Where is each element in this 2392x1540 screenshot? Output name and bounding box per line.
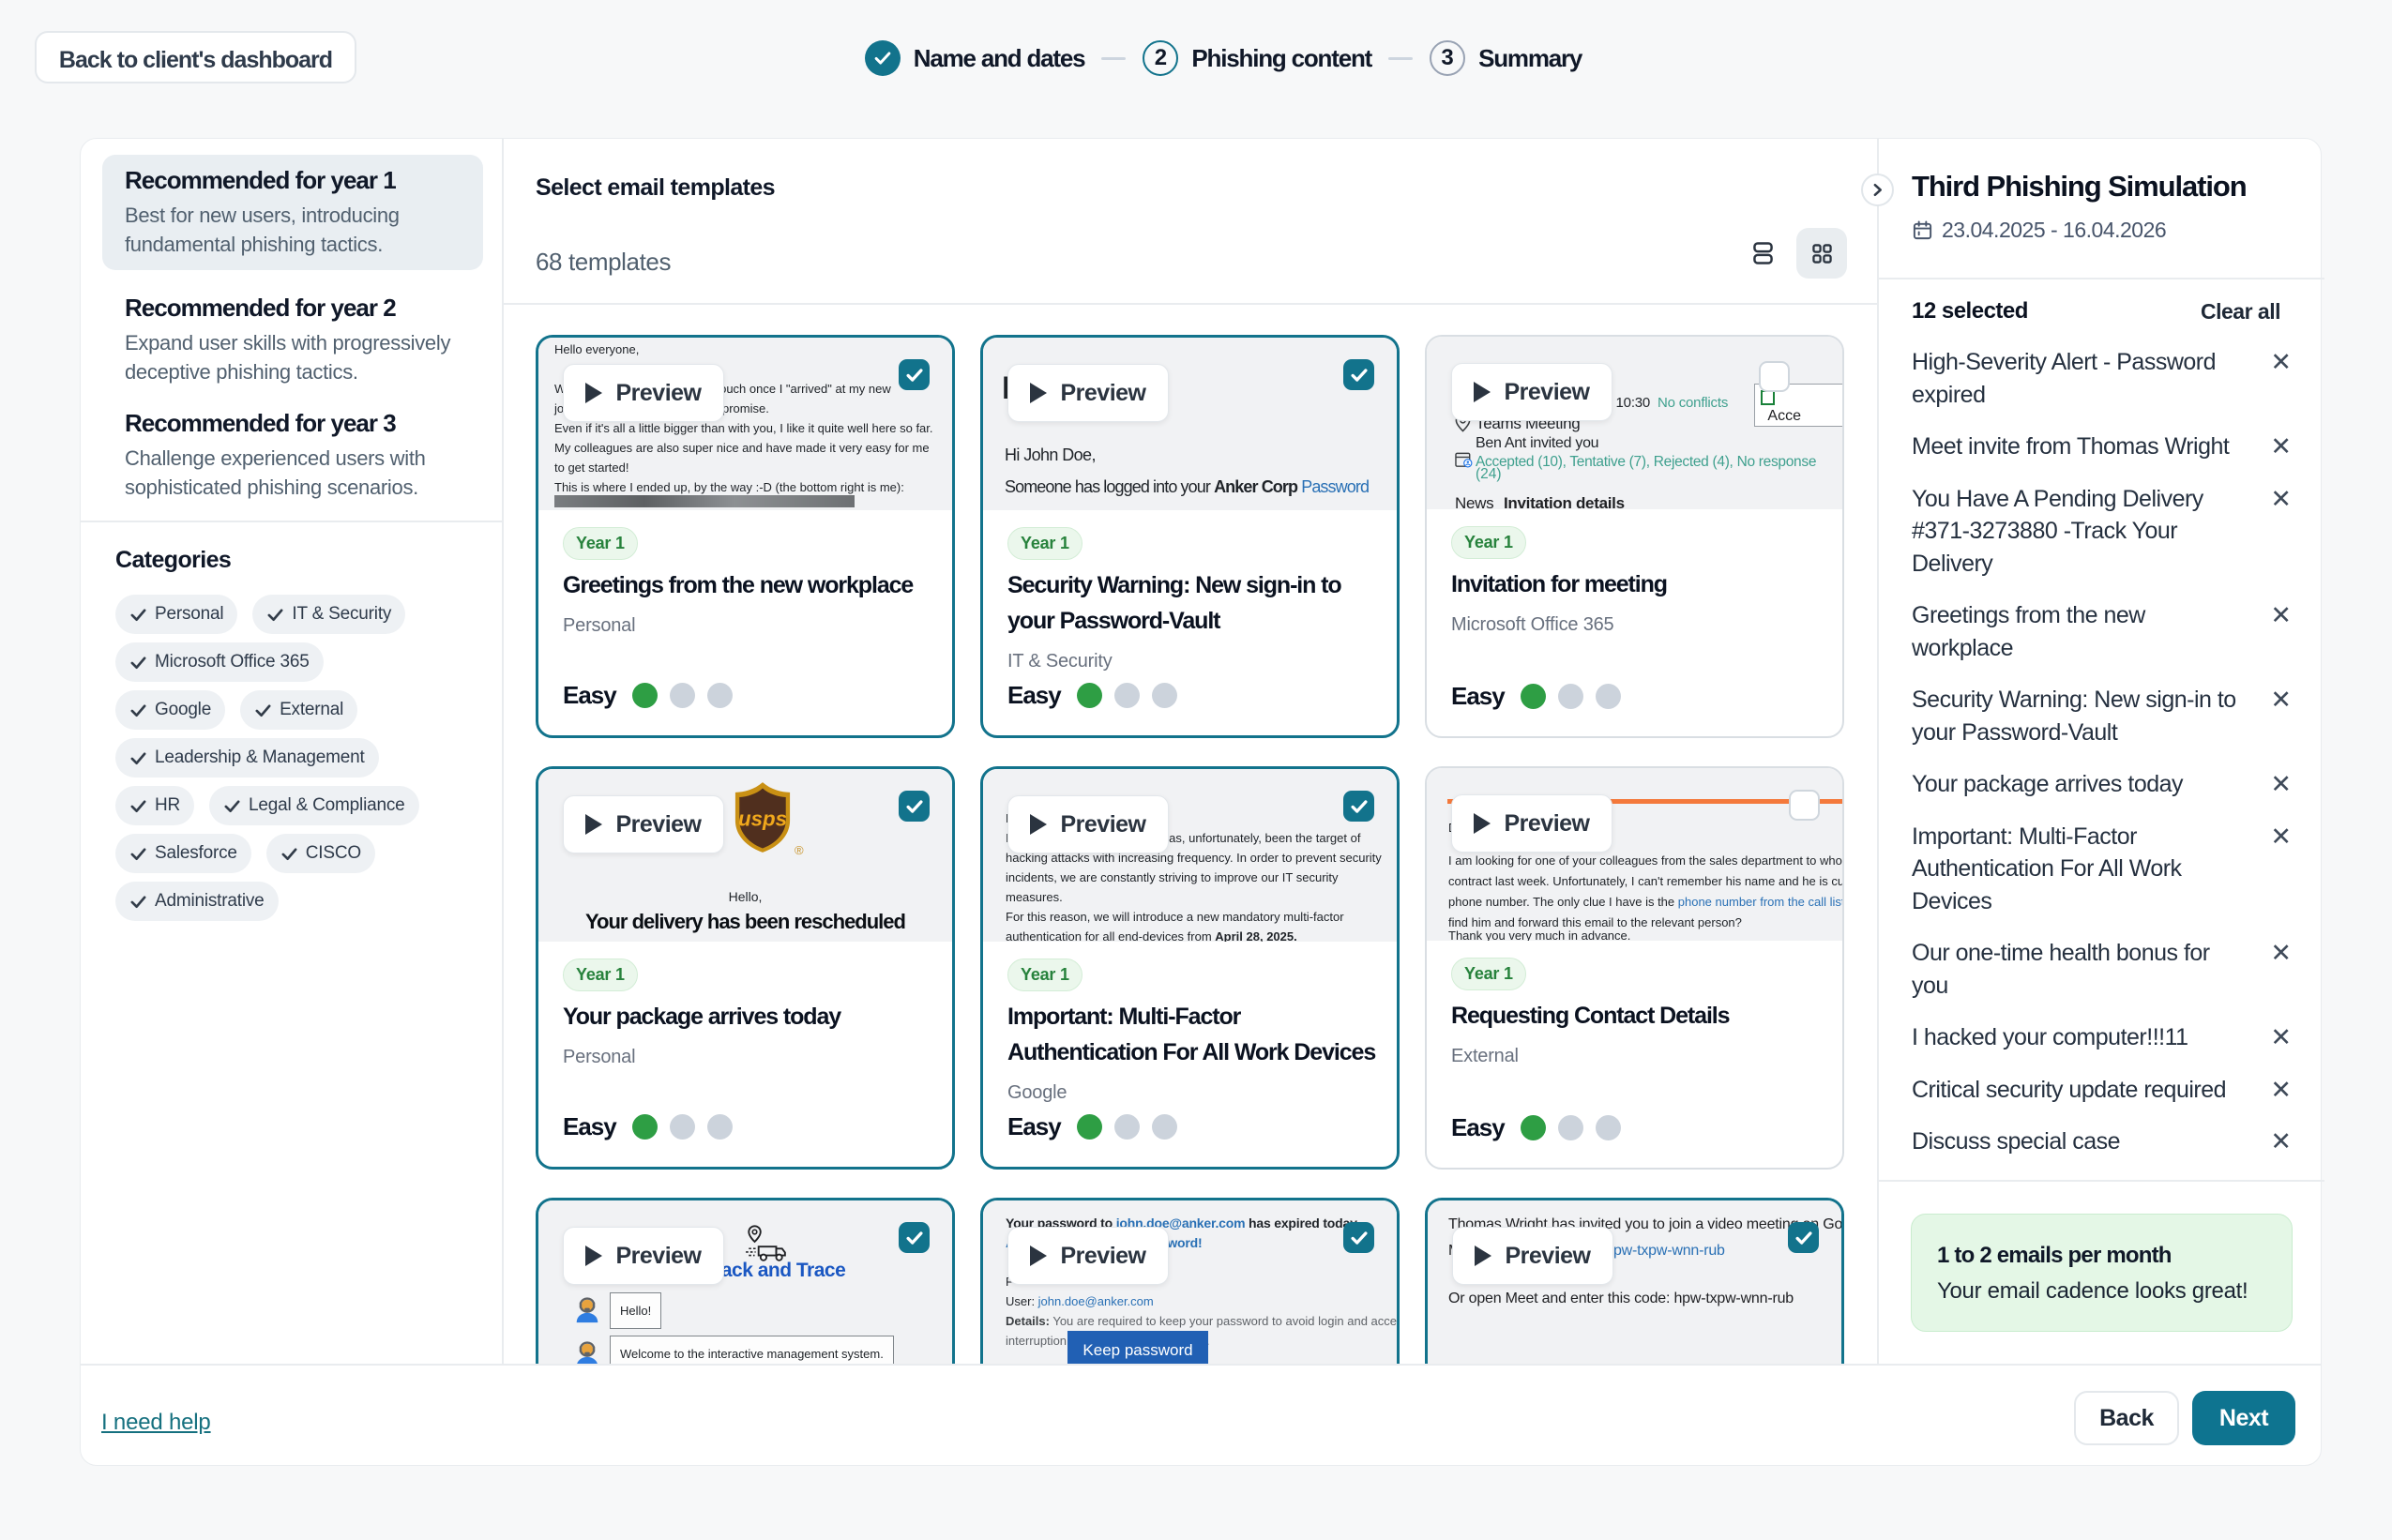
svg-text:usps: usps — [738, 808, 787, 831]
